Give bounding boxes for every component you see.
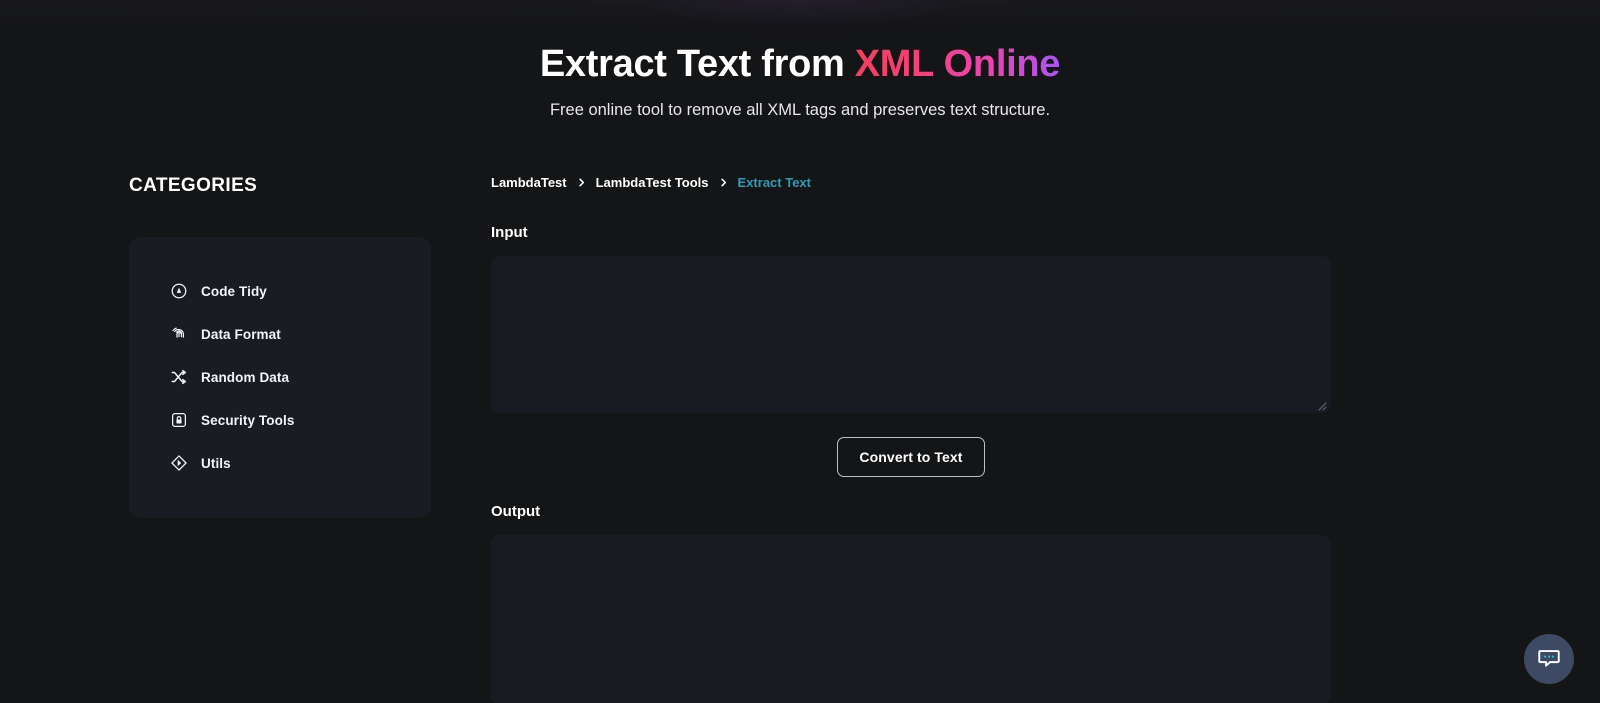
sidebar-item-label: Random Data bbox=[201, 369, 290, 385]
fingerprint-icon bbox=[170, 325, 188, 343]
convert-button-row: Convert to Text bbox=[491, 436, 1331, 477]
input-textarea-wrap bbox=[491, 255, 1331, 413]
input-label: Input bbox=[491, 223, 528, 241]
categories-card: Code Tidy Data Format Random Data Securi… bbox=[129, 236, 431, 518]
breadcrumb-item-extract-text[interactable]: Extract Text bbox=[738, 175, 811, 190]
hero-section: Extract Text from XML Online Free online… bbox=[0, 0, 1600, 120]
sidebar-item-security-tools[interactable]: Security Tools bbox=[129, 399, 431, 442]
sidebar-item-code-tidy[interactable]: Code Tidy bbox=[129, 270, 431, 313]
page-title-plain: Extract Text from bbox=[539, 43, 855, 85]
sidebar-item-data-format[interactable]: Data Format bbox=[129, 313, 431, 356]
output-textarea-wrap bbox=[491, 534, 1331, 703]
chat-bubble-icon bbox=[1536, 645, 1562, 674]
page-body: CATEGORIES Code Tidy Data Format Random … bbox=[0, 175, 1600, 703]
main-content: LambdaTest LambdaTest Tools Extract Text… bbox=[431, 175, 1331, 703]
sidebar-item-label: Utils bbox=[201, 455, 231, 471]
categories-heading: CATEGORIES bbox=[129, 174, 258, 196]
convert-to-text-button[interactable]: Convert to Text bbox=[837, 436, 985, 477]
breadcrumb-item-lambdatest[interactable]: LambdaTest bbox=[491, 175, 567, 190]
chevron-right-icon bbox=[576, 177, 587, 188]
page-subtitle: Free online tool to remove all XML tags … bbox=[549, 100, 1051, 119]
sidebar-item-random-data[interactable]: Random Data bbox=[129, 356, 431, 399]
sidebar: CATEGORIES Code Tidy Data Format Random … bbox=[129, 175, 431, 518]
diamond-tag-icon bbox=[170, 454, 188, 472]
breadcrumb-item-lambdatest-tools[interactable]: LambdaTest Tools bbox=[596, 175, 709, 190]
shuffle-icon bbox=[170, 368, 188, 386]
input-textarea[interactable] bbox=[491, 255, 1331, 413]
sidebar-item-label: Data Format bbox=[201, 326, 281, 342]
sidebar-item-utils[interactable]: Utils bbox=[129, 442, 431, 485]
page-title: Extract Text from XML Online bbox=[0, 42, 1600, 87]
output-label: Output bbox=[491, 502, 541, 520]
chat-widget-button[interactable] bbox=[1524, 634, 1574, 684]
chevron-right-icon bbox=[718, 177, 729, 188]
sidebar-item-label: Security Tools bbox=[201, 412, 295, 428]
output-textarea[interactable] bbox=[491, 534, 1331, 703]
sidebar-item-label: Code Tidy bbox=[201, 283, 267, 299]
code-tidy-icon bbox=[170, 282, 188, 300]
page-title-accent: XML Online bbox=[854, 43, 1061, 85]
lock-icon bbox=[170, 411, 188, 429]
breadcrumb: LambdaTest LambdaTest Tools Extract Text bbox=[491, 175, 1331, 190]
